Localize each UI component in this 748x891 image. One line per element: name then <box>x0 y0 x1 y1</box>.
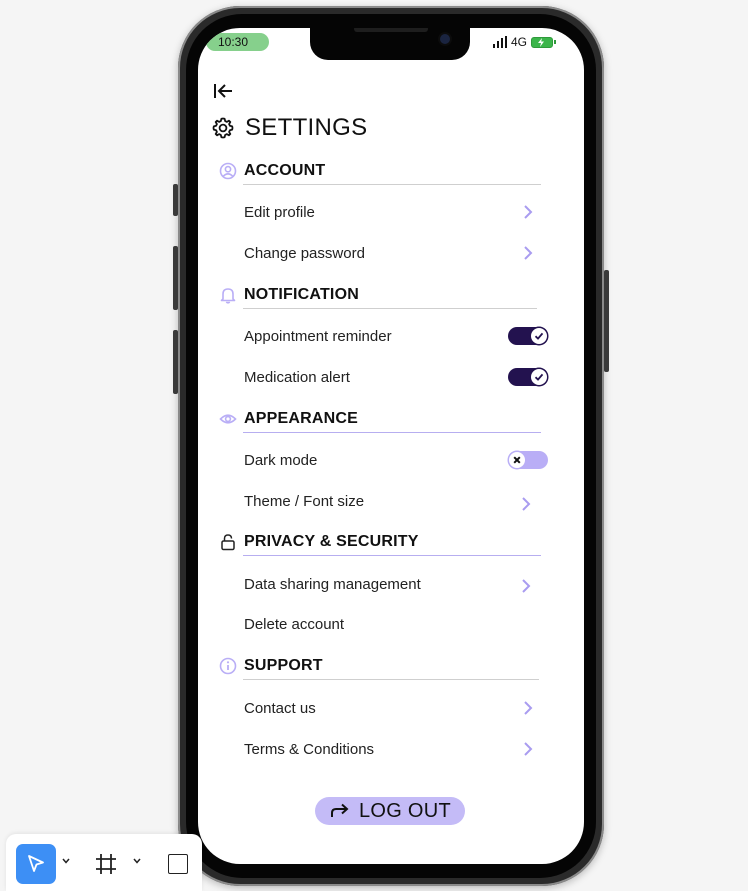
menu-item-label: Medication alert <box>244 368 350 386</box>
network-label: 4G <box>511 35 528 49</box>
menu-item-label: Theme / Font size <box>244 492 365 510</box>
section-divider <box>243 679 539 680</box>
menu-item-change-password[interactable]: Change password <box>244 241 548 265</box>
menu-item-label: Appointment reminder <box>244 327 392 345</box>
menu-item-terms-conditions[interactable]: Terms & Conditions <box>244 737 548 761</box>
status-indicators: 4G <box>493 33 557 51</box>
chevron-right-icon <box>524 205 533 219</box>
section-support: SUPPORT <box>219 655 541 680</box>
menu-item-label: Terms & Conditions <box>244 740 375 758</box>
dark-mode-toggle[interactable] <box>508 451 548 469</box>
appointment-reminder-toggle[interactable] <box>508 327 548 345</box>
menu-item-contact-us[interactable]: Contact us <box>244 696 548 720</box>
section-title-privacy-security: PRIVACY & SECURITY <box>244 533 419 550</box>
menu-item-data-sharing-management[interactable]: Data sharing management <box>244 572 548 596</box>
lock-icon <box>219 533 237 551</box>
chevron-right-icon <box>524 742 533 756</box>
info-icon <box>219 657 237 675</box>
menu-item-edit-profile[interactable]: Edit profile <box>244 200 548 224</box>
section-notification: NOTIFICATION <box>219 284 541 309</box>
status-time: 10:30 <box>206 33 269 51</box>
section-title-appearance: APPEARANCE <box>244 410 359 427</box>
check-icon <box>531 328 547 344</box>
menu-item-theme-font-size[interactable]: Theme / Font size <box>244 489 548 513</box>
chevron-right-icon <box>524 701 533 715</box>
menu-item-label: Contact us <box>244 699 316 717</box>
section-title-account: ACCOUNT <box>244 162 326 179</box>
menu-item-label: Data sharing management <box>244 575 421 593</box>
menu-item-delete-account[interactable]: Delete account <box>244 612 548 636</box>
section-appearance: APPEARANCE <box>219 408 541 433</box>
section-privacy-security: PRIVACY & SECURITY <box>219 531 541 556</box>
menu-item-label: Delete account <box>244 615 345 633</box>
section-divider <box>243 432 541 433</box>
design-toolbar <box>6 834 202 891</box>
page-title: SETTINGS <box>245 114 368 141</box>
gear-icon <box>212 117 234 139</box>
frame-icon[interactable] <box>94 852 118 876</box>
bell-icon <box>219 286 237 304</box>
battery-icon <box>531 36 557 48</box>
side-button-volume-up <box>173 246 178 310</box>
section-title-notification: NOTIFICATION <box>244 286 359 303</box>
side-button-power <box>604 270 609 372</box>
logout-label: LOG OUT <box>358 799 452 822</box>
menu-item-label: Change password <box>244 244 365 262</box>
signal-icon <box>493 36 507 48</box>
chevron-right-icon <box>522 579 531 593</box>
menu-item-appointment-reminder: Appointment reminder <box>244 324 548 348</box>
eye-icon <box>219 410 237 428</box>
front-camera <box>440 34 450 44</box>
user-circle-icon <box>219 162 237 180</box>
redo-arrow-icon <box>330 803 349 817</box>
menu-item-label: Dark mode <box>244 451 318 469</box>
check-icon <box>531 369 547 385</box>
back-arrow-icon[interactable] <box>212 80 236 102</box>
section-account: ACCOUNT <box>219 160 541 185</box>
chevron-down-icon[interactable] <box>62 858 70 864</box>
chevron-right-icon <box>522 497 531 511</box>
medication-alert-toggle[interactable] <box>508 368 548 386</box>
chevron-right-icon <box>524 246 533 260</box>
chevron-down-icon[interactable] <box>133 858 141 864</box>
side-button-volume-down <box>173 330 178 394</box>
phone-screen: 10:30 4G SETTINGS ACCOUNT Edit profile C… <box>198 28 584 864</box>
menu-item-medication-alert: Medication alert <box>244 365 548 389</box>
section-divider <box>243 555 541 556</box>
section-divider <box>243 184 541 185</box>
speaker <box>354 28 428 32</box>
page-header: SETTINGS <box>211 114 367 142</box>
section-title-support: SUPPORT <box>244 657 323 674</box>
x-icon <box>509 452 525 468</box>
notch <box>310 28 470 60</box>
side-button-mute <box>173 184 178 216</box>
logout-button[interactable]: LOG OUT <box>315 797 465 825</box>
rectangle-icon[interactable] <box>168 854 188 874</box>
section-divider <box>243 308 537 309</box>
select-tool-button[interactable] <box>16 844 56 884</box>
menu-item-dark-mode: Dark mode <box>244 448 548 472</box>
menu-item-label: Edit profile <box>244 203 315 221</box>
pointer-icon <box>28 855 44 872</box>
